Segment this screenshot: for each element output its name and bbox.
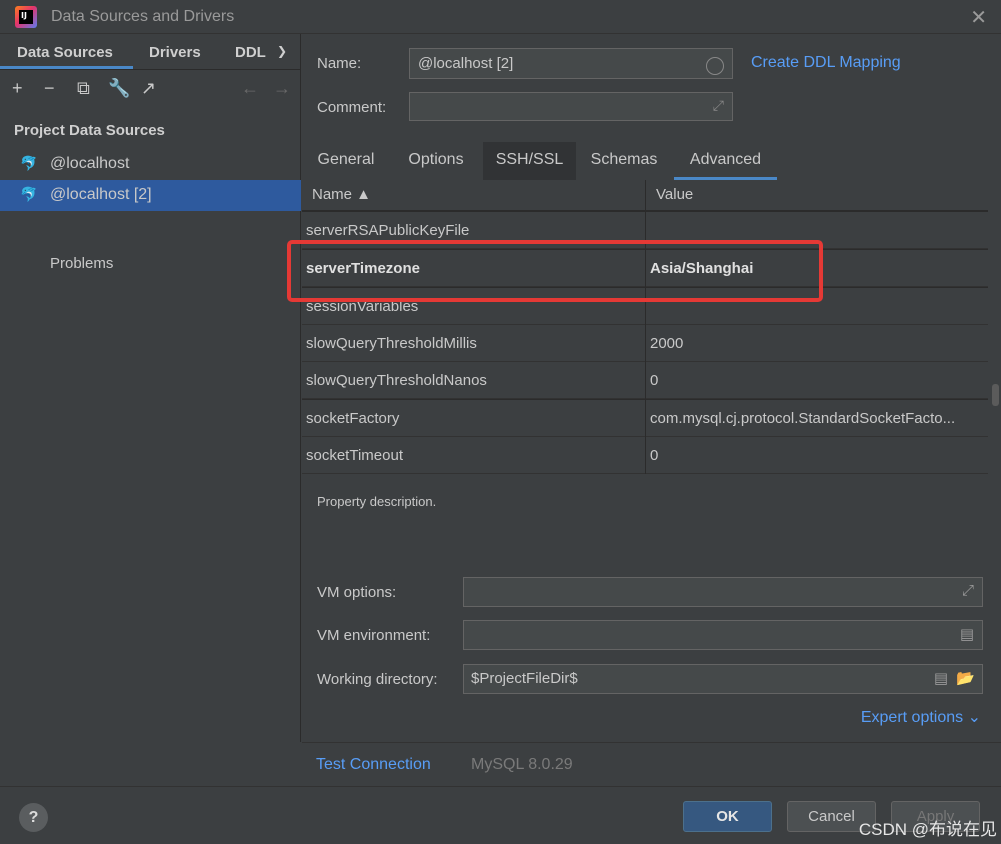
- active-tab-underline: [0, 66, 133, 69]
- tab-ssh-ssl[interactable]: SSH/SSL: [483, 142, 576, 180]
- property-name: socketTimeout: [306, 447, 403, 464]
- remove-icon[interactable]: −: [44, 78, 55, 99]
- wrench-icon[interactable]: 🔧: [108, 78, 130, 99]
- tab-options[interactable]: Options: [390, 142, 482, 180]
- tab-general[interactable]: General: [302, 142, 390, 180]
- working-directory-label: Working directory:: [317, 671, 438, 688]
- intellij-logo-icon: IJ: [15, 6, 37, 28]
- property-name: serverRSAPublicKeyFile: [306, 222, 470, 239]
- column-header-name[interactable]: Name ▲: [312, 186, 371, 203]
- mysql-icon: 🐬: [20, 186, 38, 202]
- open-external-icon[interactable]: ↗: [141, 78, 156, 99]
- title-bar: IJ Data Sources and Drivers ✕: [0, 0, 1001, 34]
- highlight-annotation: [287, 240, 823, 302]
- working-directory-value: $ProjectFileDir$: [471, 670, 578, 687]
- datasource-item[interactable]: 🐬 @localhost: [0, 149, 301, 180]
- forward-arrow-icon[interactable]: →: [273, 78, 291, 99]
- property-value[interactable]: 2000: [650, 335, 986, 352]
- property-description: Property description.: [317, 494, 437, 509]
- right-panel: Name: @localhost [2] Create DDL Mapping …: [302, 34, 1001, 742]
- tab-ddl[interactable]: DDL: [235, 44, 266, 61]
- property-name: slowQueryThresholdMillis: [306, 335, 477, 352]
- table-header: Name ▲ Value: [302, 180, 988, 211]
- comment-field[interactable]: ⤢: [409, 92, 733, 121]
- comment-label: Comment:: [317, 99, 387, 116]
- scrollbar-thumb[interactable]: [992, 384, 999, 406]
- properties-table: Name ▲ Value serverRSAPublicKeyFile serv…: [302, 180, 988, 474]
- copy-icon[interactable]: ⧉: [77, 78, 90, 99]
- watermark: CSDN @布说在见: [858, 820, 997, 839]
- ok-button[interactable]: OK: [683, 801, 772, 832]
- tab-schemas[interactable]: Schemas: [576, 142, 672, 180]
- vm-environment-field[interactable]: ▤: [463, 620, 983, 650]
- table-row[interactable]: slowQueryThresholdMillis 2000: [302, 325, 988, 362]
- expand-icon[interactable]: ⤢: [713, 97, 724, 114]
- dialog-footer: ? OK Cancel Apply CSDN @布说在见: [0, 786, 1001, 844]
- column-divider[interactable]: [645, 180, 646, 211]
- left-toolbar: + − ⧉ 🔧 ↗ ← →: [0, 74, 301, 104]
- tab-data-sources[interactable]: Data Sources: [17, 44, 113, 61]
- table-row[interactable]: socketFactory com.mysql.cj.protocol.Stan…: [302, 400, 988, 437]
- help-icon[interactable]: ?: [19, 803, 48, 832]
- table-row[interactable]: slowQueryThresholdNanos 0: [302, 362, 988, 399]
- vm-environment-label: VM environment:: [317, 627, 431, 644]
- cell-divider: [645, 437, 646, 474]
- datasource-item-selected[interactable]: 🐬 @localhost [2]: [0, 180, 301, 211]
- name-value: @localhost [2]: [418, 55, 514, 72]
- add-icon[interactable]: +: [12, 78, 23, 99]
- table-scrollbar[interactable]: [990, 180, 1001, 474]
- working-directory-field[interactable]: $ProjectFileDir$ ▤ 📂: [463, 664, 983, 694]
- name-label: Name:: [317, 55, 362, 72]
- tab-bar: General Options SSH/SSL Schemas Advanced: [302, 142, 1001, 180]
- tab-drivers[interactable]: Drivers: [149, 44, 201, 61]
- datasource-label: @localhost [2]: [50, 186, 152, 203]
- back-arrow-icon[interactable]: ←: [241, 78, 259, 99]
- cell-divider: [645, 362, 646, 399]
- property-name: slowQueryThresholdNanos: [306, 372, 487, 389]
- property-value[interactable]: 0: [650, 372, 986, 389]
- chevron-down-icon: ⌄: [967, 709, 981, 726]
- property-value[interactable]: 0: [650, 447, 986, 464]
- test-connection-link[interactable]: Test Connection: [316, 756, 431, 774]
- create-ddl-mapping-link[interactable]: Create DDL Mapping: [751, 54, 901, 72]
- expand-icon[interactable]: ⤢: [962, 582, 974, 599]
- expert-options-link[interactable]: Expert options ⌄: [861, 707, 981, 727]
- window-title: Data Sources and Drivers: [51, 8, 235, 25]
- folder-icon[interactable]: 📂: [956, 669, 975, 687]
- document-icon[interactable]: ▤: [934, 669, 948, 687]
- color-circle-icon[interactable]: [706, 57, 724, 75]
- expert-options-label: Expert options: [860, 709, 964, 726]
- property-value[interactable]: com.mysql.cj.protocol.StandardSocketFact…: [650, 410, 986, 427]
- property-name: socketFactory: [306, 410, 400, 427]
- mysql-icon: 🐬: [20, 155, 38, 171]
- datasource-label: @localhost: [50, 155, 130, 172]
- left-panel: Data Sources Drivers DDL ❯ + − ⧉ 🔧 ↗ ← →…: [0, 34, 301, 742]
- tab-advanced[interactable]: Advanced: [674, 142, 777, 180]
- vm-options-field[interactable]: ⤢: [463, 577, 983, 607]
- left-tabs: Data Sources Drivers DDL ❯: [0, 34, 301, 70]
- vm-options-label: VM options:: [317, 584, 397, 601]
- cell-divider: [645, 325, 646, 362]
- section-title: Project Data Sources: [14, 122, 165, 139]
- document-icon[interactable]: ▤: [960, 625, 974, 643]
- name-field[interactable]: @localhost [2]: [409, 48, 733, 79]
- problems-item[interactable]: Problems: [50, 255, 113, 272]
- chevron-down-icon[interactable]: ❯: [277, 44, 287, 58]
- column-header-value[interactable]: Value: [656, 186, 693, 203]
- table-row[interactable]: socketTimeout 0: [302, 437, 988, 474]
- close-icon[interactable]: ✕: [970, 5, 987, 30]
- connection-bar: Test Connection MySQL 8.0.29: [302, 742, 1001, 786]
- driver-version: MySQL 8.0.29: [471, 756, 573, 773]
- cell-divider: [645, 400, 646, 437]
